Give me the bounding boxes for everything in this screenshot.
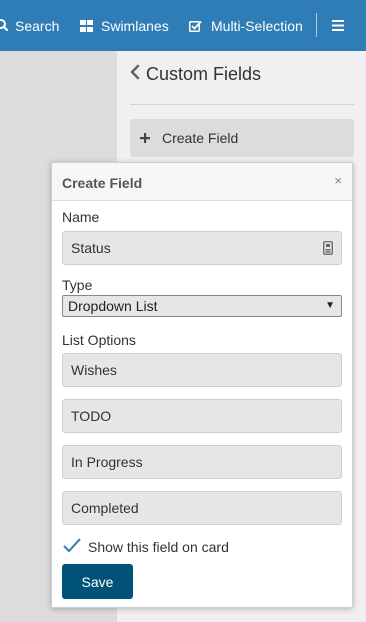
top-bar: Search Swimlanes Multi-Selection bbox=[0, 0, 366, 51]
search-icon bbox=[0, 19, 8, 32]
list-options-label: List Options bbox=[62, 332, 136, 348]
field-type-icon bbox=[323, 241, 333, 258]
sidebar-header: Custom Fields bbox=[130, 60, 261, 88]
save-button[interactable]: Save bbox=[62, 564, 133, 599]
popup-title: Create Field bbox=[62, 175, 143, 191]
list-option-field[interactable]: In Progress bbox=[62, 445, 342, 479]
plus-icon bbox=[140, 130, 150, 147]
show-on-card-label: Show this field on card bbox=[88, 539, 229, 555]
type-label: Type bbox=[62, 277, 93, 293]
create-field-label: Create Field bbox=[162, 130, 239, 146]
search-button[interactable]: Search bbox=[0, 0, 59, 51]
checkbox-icon bbox=[189, 20, 202, 32]
toolbar-separator bbox=[316, 13, 317, 37]
name-label: Name bbox=[62, 209, 100, 225]
menu-button[interactable] bbox=[332, 0, 344, 51]
list-option-value: Completed bbox=[71, 500, 139, 516]
swimlanes-button[interactable]: Swimlanes bbox=[80, 0, 169, 51]
popup-header: Create Field × bbox=[52, 163, 352, 201]
list-option-value: In Progress bbox=[71, 454, 143, 470]
list-option-value: TODO bbox=[71, 408, 112, 424]
create-field-popup: Create Field × Name Status Type Dropdown… bbox=[51, 162, 353, 608]
list-option-field[interactable]: Wishes bbox=[62, 353, 342, 387]
type-select[interactable]: Dropdown List ▼ bbox=[62, 295, 342, 317]
sidebar-title: Custom Fields bbox=[146, 63, 262, 84]
caret-down-icon: ▼ bbox=[325, 300, 335, 311]
type-select-value: Dropdown List bbox=[68, 298, 158, 314]
name-field[interactable]: Status bbox=[62, 231, 342, 265]
swimlanes-label: Swimlanes bbox=[101, 17, 169, 34]
list-option-field[interactable]: Completed bbox=[62, 491, 342, 525]
list-option-field[interactable]: TODO bbox=[62, 399, 342, 433]
create-field-button[interactable]: Create Field bbox=[130, 119, 354, 157]
name-field-value: Status bbox=[71, 240, 111, 256]
hamburger-icon bbox=[332, 20, 344, 31]
multi-selection-button[interactable]: Multi-Selection bbox=[189, 0, 303, 51]
swimlanes-icon bbox=[80, 19, 93, 32]
chevron-left-icon[interactable] bbox=[130, 64, 140, 85]
checkmark-icon bbox=[62, 537, 88, 557]
sidebar-divider bbox=[130, 104, 354, 105]
search-label: Search bbox=[15, 17, 60, 34]
show-on-card-checkbox[interactable]: Show this field on card bbox=[62, 537, 229, 557]
multi-selection-label: Multi-Selection bbox=[211, 17, 303, 34]
list-option-value: Wishes bbox=[71, 362, 117, 378]
close-icon[interactable]: × bbox=[334, 174, 342, 187]
